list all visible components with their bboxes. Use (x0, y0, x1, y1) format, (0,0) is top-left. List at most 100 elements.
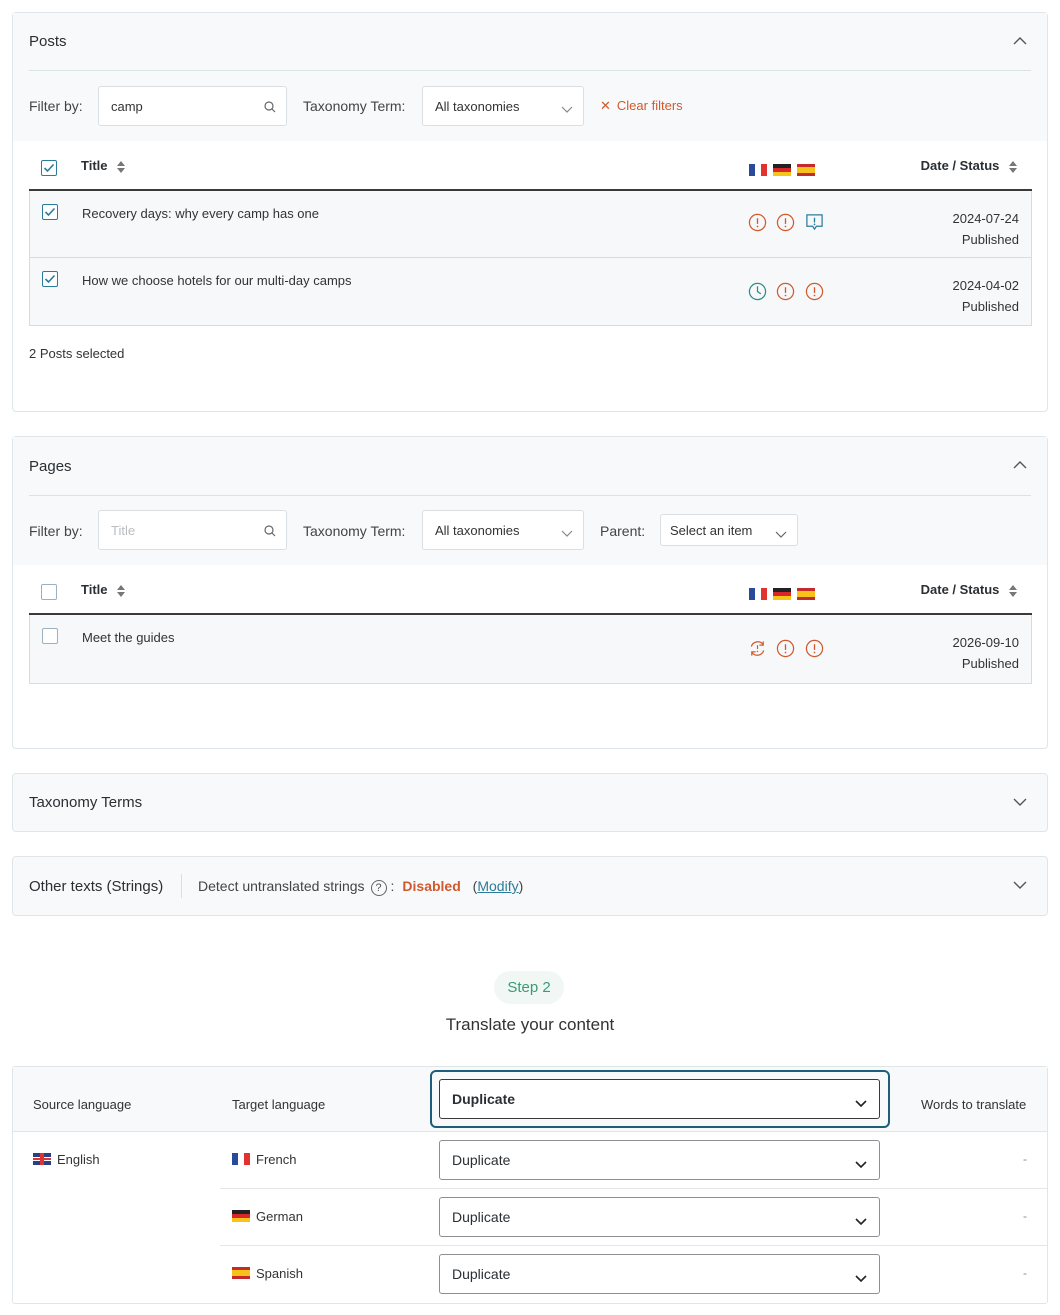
chevron-down-icon (855, 1270, 867, 1283)
language-flags (749, 585, 821, 600)
language-flags (749, 161, 821, 176)
words-to-translate-header: Words to translate (921, 1097, 1027, 1112)
taxonomy-terms-panel[interactable]: Taxonomy Terms (12, 773, 1048, 832)
info-icon[interactable] (748, 213, 767, 232)
row-checkbox[interactable] (42, 271, 58, 287)
detect-status: Disabled (402, 878, 461, 894)
search-input[interactable]: Title (98, 510, 287, 550)
sort-icon (1009, 584, 1017, 597)
spanish-flag-icon (232, 1267, 250, 1279)
row-title[interactable]: Meet the guides (82, 630, 175, 645)
translation-status-icons (748, 282, 829, 301)
taxonomy-term-label: Taxonomy Term: (303, 98, 406, 114)
info-icon[interactable] (776, 282, 795, 301)
title-column-header[interactable]: Title (81, 582, 126, 598)
clear-filters-button[interactable]: ✕ Clear filters (600, 98, 683, 114)
sort-icon (117, 160, 126, 173)
modify-link[interactable]: Modify (477, 878, 518, 894)
spanish-flag-icon (797, 587, 815, 600)
taxonomy-select[interactable]: All taxonomies (422, 86, 584, 126)
chevron-down-icon (561, 101, 573, 113)
words-count: - (1023, 1152, 1027, 1166)
modify-close-paren: ) (518, 878, 524, 894)
divider (220, 1245, 1047, 1246)
step-title: Translate your content (445, 1015, 615, 1034)
translation-status-icons (748, 639, 829, 658)
table-header: Title Date / Status (29, 141, 1032, 191)
info-icon[interactable] (805, 639, 824, 658)
row-date: 2026-09-10 (952, 635, 1020, 650)
uk-flag-icon (33, 1153, 51, 1165)
german-flag-icon (773, 587, 791, 600)
row-checkbox[interactable] (42, 628, 58, 644)
table-row[interactable]: Meet the guides 2026-09-10 Published (29, 615, 1032, 684)
parent-select-value: Select an item (670, 523, 753, 538)
collapse-chevron-up-icon[interactable] (1013, 461, 1027, 473)
french-flag-icon (749, 587, 767, 600)
method-select-value: Duplicate (452, 1266, 511, 1282)
words-count: - (1023, 1209, 1027, 1223)
divider (29, 70, 1031, 71)
chevron-down-icon (855, 1156, 867, 1169)
title-column-label: Title (81, 158, 108, 173)
method-select-french[interactable]: Duplicate (439, 1140, 880, 1180)
spanish-flag-icon (797, 163, 815, 176)
row-checkbox[interactable] (42, 204, 58, 220)
help-icon[interactable]: ? (370, 880, 387, 896)
expand-chevron-down-icon[interactable] (1013, 881, 1027, 893)
method-select-german[interactable]: Duplicate (439, 1197, 880, 1237)
search-input[interactable]: camp (98, 86, 287, 126)
strings-title: Other texts (Strings) (29, 878, 164, 895)
german-flag-icon (773, 163, 791, 176)
clock-icon[interactable] (748, 282, 767, 301)
translate-table: Source language Target language Words to… (12, 1066, 1048, 1304)
select-all-checkbox[interactable] (41, 160, 57, 176)
target-language-header: Target language (232, 1097, 326, 1112)
date-status-column-header[interactable]: Date / Status (921, 158, 1018, 174)
taxonomy-term-label: Taxonomy Term: (303, 523, 406, 539)
source-language: English (33, 1152, 100, 1167)
step-badge: Step 2 (494, 971, 564, 1004)
expand-chevron-down-icon[interactable] (1013, 798, 1027, 810)
collapse-chevron-up-icon[interactable] (1013, 37, 1027, 49)
detect-untranslated-strings: Detect untranslated strings?: Disabled (M… (198, 878, 523, 896)
taxonomy-select[interactable]: All taxonomies (422, 510, 584, 550)
info-icon[interactable] (776, 639, 795, 658)
row-status: Published (961, 232, 1019, 247)
filter-by-label: Filter by: (29, 98, 83, 114)
taxonomy-terms-title: Taxonomy Terms (29, 794, 143, 811)
detect-label: Detect untranslated strings (198, 878, 365, 894)
chevron-down-icon (855, 1213, 867, 1226)
info-icon[interactable] (776, 213, 795, 232)
comment-alert-icon[interactable] (805, 213, 824, 232)
search-icon (264, 100, 276, 113)
method-select-value: Duplicate (452, 1152, 511, 1168)
words-count: - (1023, 1266, 1027, 1280)
table-row[interactable]: How we choose hotels for our multi-day c… (29, 258, 1032, 326)
title-column-header[interactable]: Title (81, 158, 126, 174)
source-language-label: English (57, 1152, 100, 1167)
info-icon[interactable] (805, 282, 824, 301)
divider (220, 1188, 1047, 1189)
pages-panel: Pages Filter by: Title Taxonomy Term: Al… (12, 436, 1048, 749)
target-language-label: French (256, 1152, 297, 1167)
divider (181, 874, 182, 898)
row-status: Published (961, 656, 1019, 671)
german-flag-icon (232, 1210, 250, 1222)
parent-select[interactable]: Select an item (660, 514, 798, 546)
method-select-all[interactable]: Duplicate (439, 1079, 880, 1119)
row-date-status: 2024-04-02 Published (953, 275, 1020, 317)
select-all-checkbox[interactable] (41, 584, 57, 600)
row-title[interactable]: Recovery days: why every camp has one (82, 206, 319, 221)
parent-label: Parent: (600, 523, 646, 539)
row-title[interactable]: How we choose hotels for our multi-day c… (82, 273, 352, 288)
strings-panel[interactable]: Other texts (Strings) Detect untranslate… (12, 856, 1048, 916)
sync-warning-icon[interactable] (748, 639, 767, 658)
table-row[interactable]: Recovery days: why every camp has one 20… (29, 191, 1032, 258)
date-status-label: Date / Status (920, 582, 1000, 597)
close-icon: ✕ (600, 98, 611, 113)
search-icon (264, 524, 276, 537)
date-status-column-header[interactable]: Date / Status (921, 582, 1018, 598)
method-select-spanish[interactable]: Duplicate (439, 1254, 880, 1294)
sort-icon (117, 584, 126, 597)
